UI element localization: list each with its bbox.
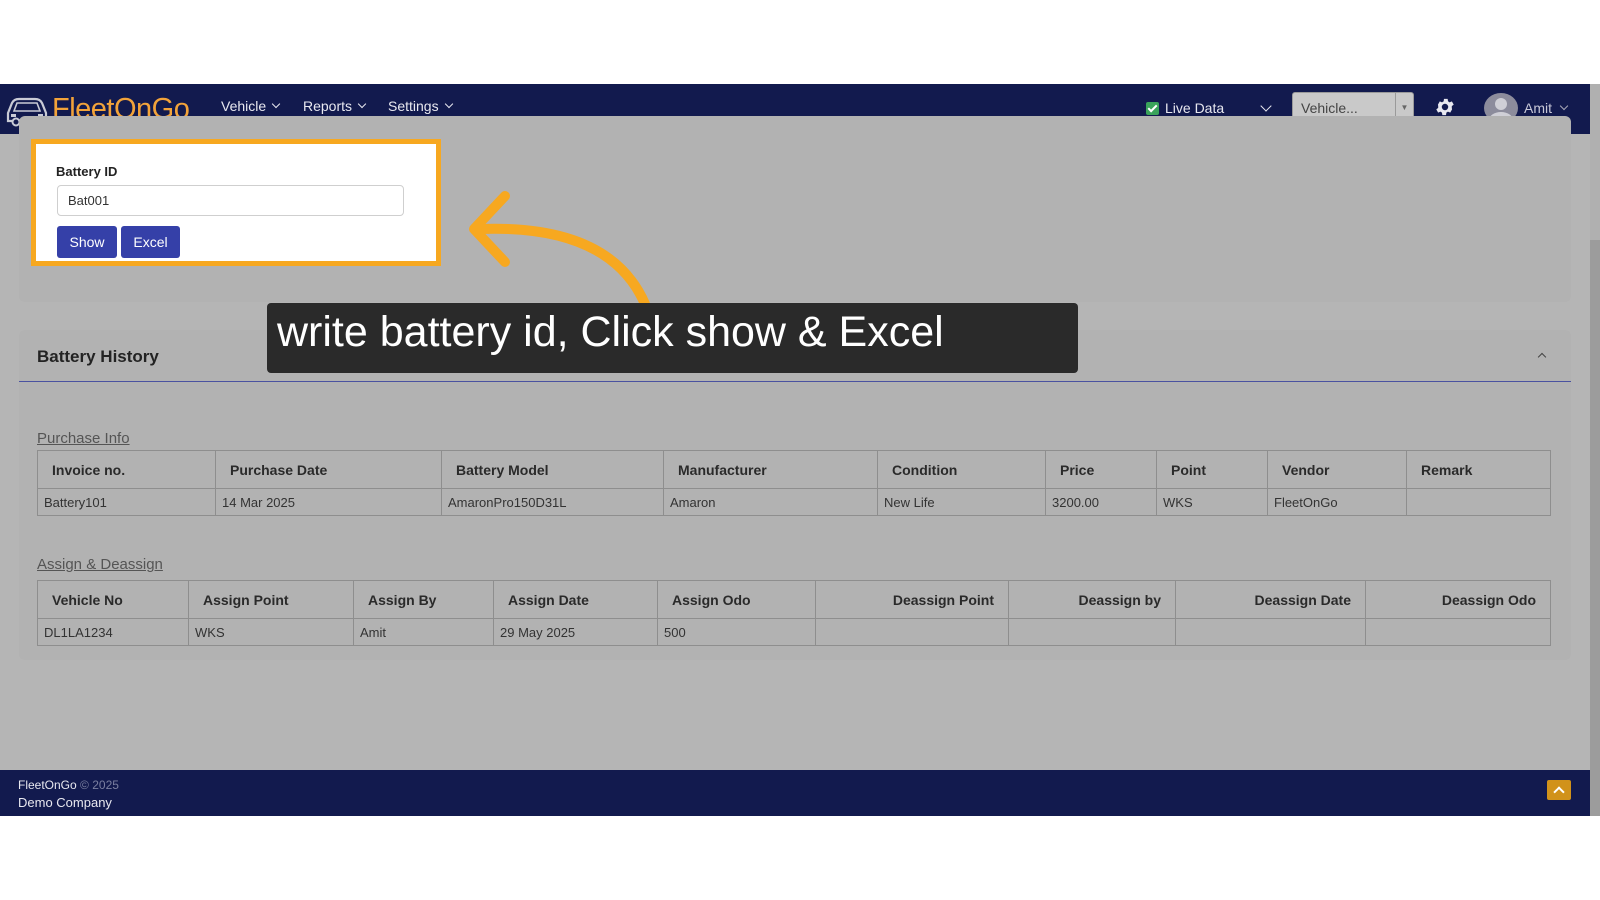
- scroll-to-top-icon[interactable]: [1547, 780, 1571, 800]
- table-cell: Amaron: [663, 488, 878, 516]
- column-header: Remark: [1406, 450, 1551, 489]
- column-header: Deassign Date: [1175, 580, 1366, 619]
- battery-history-title: Battery History: [37, 347, 159, 366]
- chevron-down-icon: [1559, 101, 1569, 111]
- column-header: Deassign by: [1008, 580, 1176, 619]
- column-header: Assign Point: [188, 580, 354, 619]
- table-cell: [1175, 618, 1366, 646]
- scrollbar-thumb[interactable]: [1590, 240, 1600, 816]
- column-header: Assign Odo: [657, 580, 816, 619]
- footer-brand: FleetOnGo © 2025: [18, 778, 119, 792]
- menu-reports-label: Reports: [303, 98, 353, 114]
- purchase-info-link[interactable]: Purchase Info: [37, 430, 130, 447]
- show-button[interactable]: Show: [57, 226, 117, 258]
- assign-deassign-link[interactable]: Assign & Deassign: [37, 556, 163, 573]
- table-cell: [1008, 618, 1176, 646]
- column-header: Point: [1156, 450, 1268, 489]
- column-header: Purchase Date: [215, 450, 442, 489]
- menu-vehicle-label: Vehicle: [221, 98, 267, 114]
- menu-settings[interactable]: Settings: [388, 98, 453, 114]
- chevron-down-icon[interactable]: [1260, 100, 1272, 112]
- table-row: DL1LA1234 WKS Amit 29 May 2025 500: [37, 618, 1551, 646]
- vehicle-select-placeholder: Vehicle...: [1301, 100, 1358, 116]
- chevron-up-icon[interactable]: [1537, 352, 1547, 362]
- chevron-down-icon: [271, 99, 281, 109]
- filter-highlight-box: Battery ID Bat001 Show Excel: [31, 139, 441, 266]
- table-cell: 3200.00: [1045, 488, 1157, 516]
- column-header: Deassign Point: [815, 580, 1009, 619]
- column-header: Vendor: [1267, 450, 1407, 489]
- table-cell: [1365, 618, 1551, 646]
- table-header-row: Invoice no. Purchase Date Battery Model …: [37, 450, 1551, 489]
- menu-vehicle[interactable]: Vehicle: [221, 98, 281, 114]
- table-cell: [1406, 488, 1551, 516]
- column-header: Vehicle No: [37, 580, 189, 619]
- battery-id-input[interactable]: Bat001: [57, 185, 404, 216]
- footer: FleetOnGo © 2025 Demo Company: [0, 770, 1590, 816]
- table-header-row: Vehicle No Assign Point Assign By Assign…: [37, 580, 1551, 619]
- column-header: Price: [1045, 450, 1157, 489]
- excel-button[interactable]: Excel: [121, 226, 180, 258]
- column-header: Assign Date: [493, 580, 658, 619]
- purchase-info-table: Invoice no. Purchase Date Battery Model …: [37, 450, 1551, 516]
- menu-reports[interactable]: Reports: [303, 98, 367, 114]
- menu-settings-label: Settings: [388, 98, 439, 114]
- table-cell: DL1LA1234: [37, 618, 189, 646]
- callout-arrow-icon: [469, 191, 650, 309]
- footer-copyright: © 2025: [80, 778, 119, 792]
- column-header: Invoice no.: [37, 450, 216, 489]
- table-cell: WKS: [1156, 488, 1268, 516]
- assign-deassign-table: Vehicle No Assign Point Assign By Assign…: [37, 580, 1551, 646]
- table-cell: AmaronPro150D31L: [441, 488, 664, 516]
- table-cell: 29 May 2025: [493, 618, 658, 646]
- battery-id-label: Battery ID: [56, 164, 118, 179]
- table-cell: WKS: [188, 618, 354, 646]
- table-cell: 14 Mar 2025: [215, 488, 442, 516]
- table-cell: Battery101: [37, 488, 216, 516]
- live-data-toggle[interactable]: Live Data: [1146, 100, 1224, 116]
- table-row: Battery101 14 Mar 2025 AmaronPro150D31L …: [37, 488, 1551, 516]
- column-header: Battery Model: [441, 450, 664, 489]
- table-cell: New Life: [877, 488, 1046, 516]
- column-header: Manufacturer: [663, 450, 878, 489]
- table-cell: 500: [657, 618, 816, 646]
- table-cell: Amit: [353, 618, 494, 646]
- app-frame: FleetOnGo Vehicle Reports Settings Live …: [0, 84, 1600, 816]
- table-cell: [815, 618, 1009, 646]
- footer-company: Demo Company: [18, 795, 112, 810]
- checkbox-checked-icon[interactable]: [1146, 101, 1159, 115]
- column-header: Assign By: [353, 580, 494, 619]
- instruction-callout: write battery id, Click show & Excel: [267, 303, 1078, 373]
- user-name: Amit: [1524, 100, 1552, 116]
- gear-icon[interactable]: [1434, 96, 1456, 118]
- column-header: Condition: [877, 450, 1046, 489]
- table-cell: FleetOnGo: [1267, 488, 1407, 516]
- footer-brand-name: FleetOnGo: [18, 778, 77, 792]
- battery-history-card: Battery History Purchase Info Invoice no…: [19, 330, 1571, 660]
- chevron-down-icon: [357, 99, 367, 109]
- chevron-down-icon: [444, 99, 453, 109]
- live-data-label: Live Data: [1165, 100, 1225, 116]
- column-header: Deassign Odo: [1365, 580, 1551, 619]
